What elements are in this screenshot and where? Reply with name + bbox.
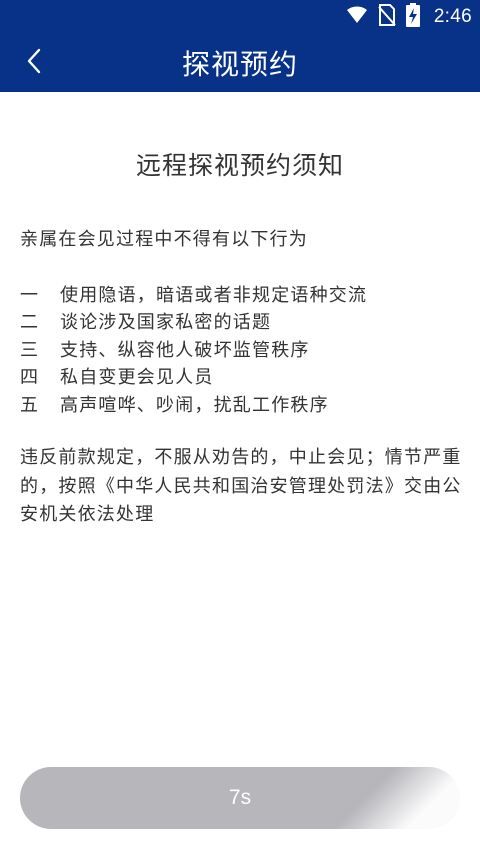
status-time: 2:46	[433, 6, 472, 27]
rule-item: 二 谈论涉及国家私密的话题	[20, 308, 367, 336]
rule-item: 三 支持、纵容他人破坏监管秩序	[20, 335, 367, 363]
battery-charging-icon	[405, 3, 420, 31]
wifi-icon	[346, 5, 368, 29]
rule-number: 五	[20, 394, 40, 416]
no-sim-icon	[378, 4, 396, 30]
countdown-container: 7s	[20, 759, 480, 849]
back-button[interactable]	[10, 38, 58, 88]
rule-number: 二	[20, 312, 40, 334]
rules-list: 一 使用隐语，暗语或者非规定语种交流 二 谈论涉及国家私密的话题 三 支持、纵容…	[20, 280, 367, 418]
rule-text: 私自变更会见人员	[60, 367, 214, 389]
app-header: 2:46 探视预约	[0, 0, 480, 92]
app-bar: 探视预约	[0, 34, 480, 92]
rule-text: 使用隐语，暗语或者非规定语种交流	[60, 284, 368, 306]
rule-item: 四 私自变更会见人员	[20, 363, 367, 391]
rule-number: 三	[20, 339, 40, 361]
notice-intro: 亲属在会见过程中不得有以下行为	[20, 229, 308, 250]
rule-item: 一 使用隐语，暗语或者非规定语种交流	[20, 280, 367, 308]
rule-item: 五 高声喧哗、吵闹，扰乱工作秩序	[20, 390, 367, 418]
chevron-left-icon	[26, 48, 42, 78]
rule-text: 支持、纵容他人破坏监管秩序	[60, 339, 310, 361]
page-title: 探视预约	[181, 48, 298, 81]
status-icons: 2:46	[346, 3, 472, 31]
rule-number: 四	[20, 367, 40, 389]
countdown-confirm-button[interactable]: 7s	[20, 767, 460, 829]
notice-title: 远程探视预约须知	[135, 151, 344, 180]
rule-number: 一	[20, 284, 40, 306]
rule-text: 高声喧哗、吵闹，扰乱工作秩序	[60, 394, 329, 416]
rule-text: 谈论涉及国家私密的话题	[60, 312, 272, 334]
status-bar: 2:46	[0, 0, 480, 34]
notice-warning: 违反前款规定，不服从劝告的，中止会见；情节严重的，按照《中华人民共和国治安管理处…	[20, 447, 462, 525]
